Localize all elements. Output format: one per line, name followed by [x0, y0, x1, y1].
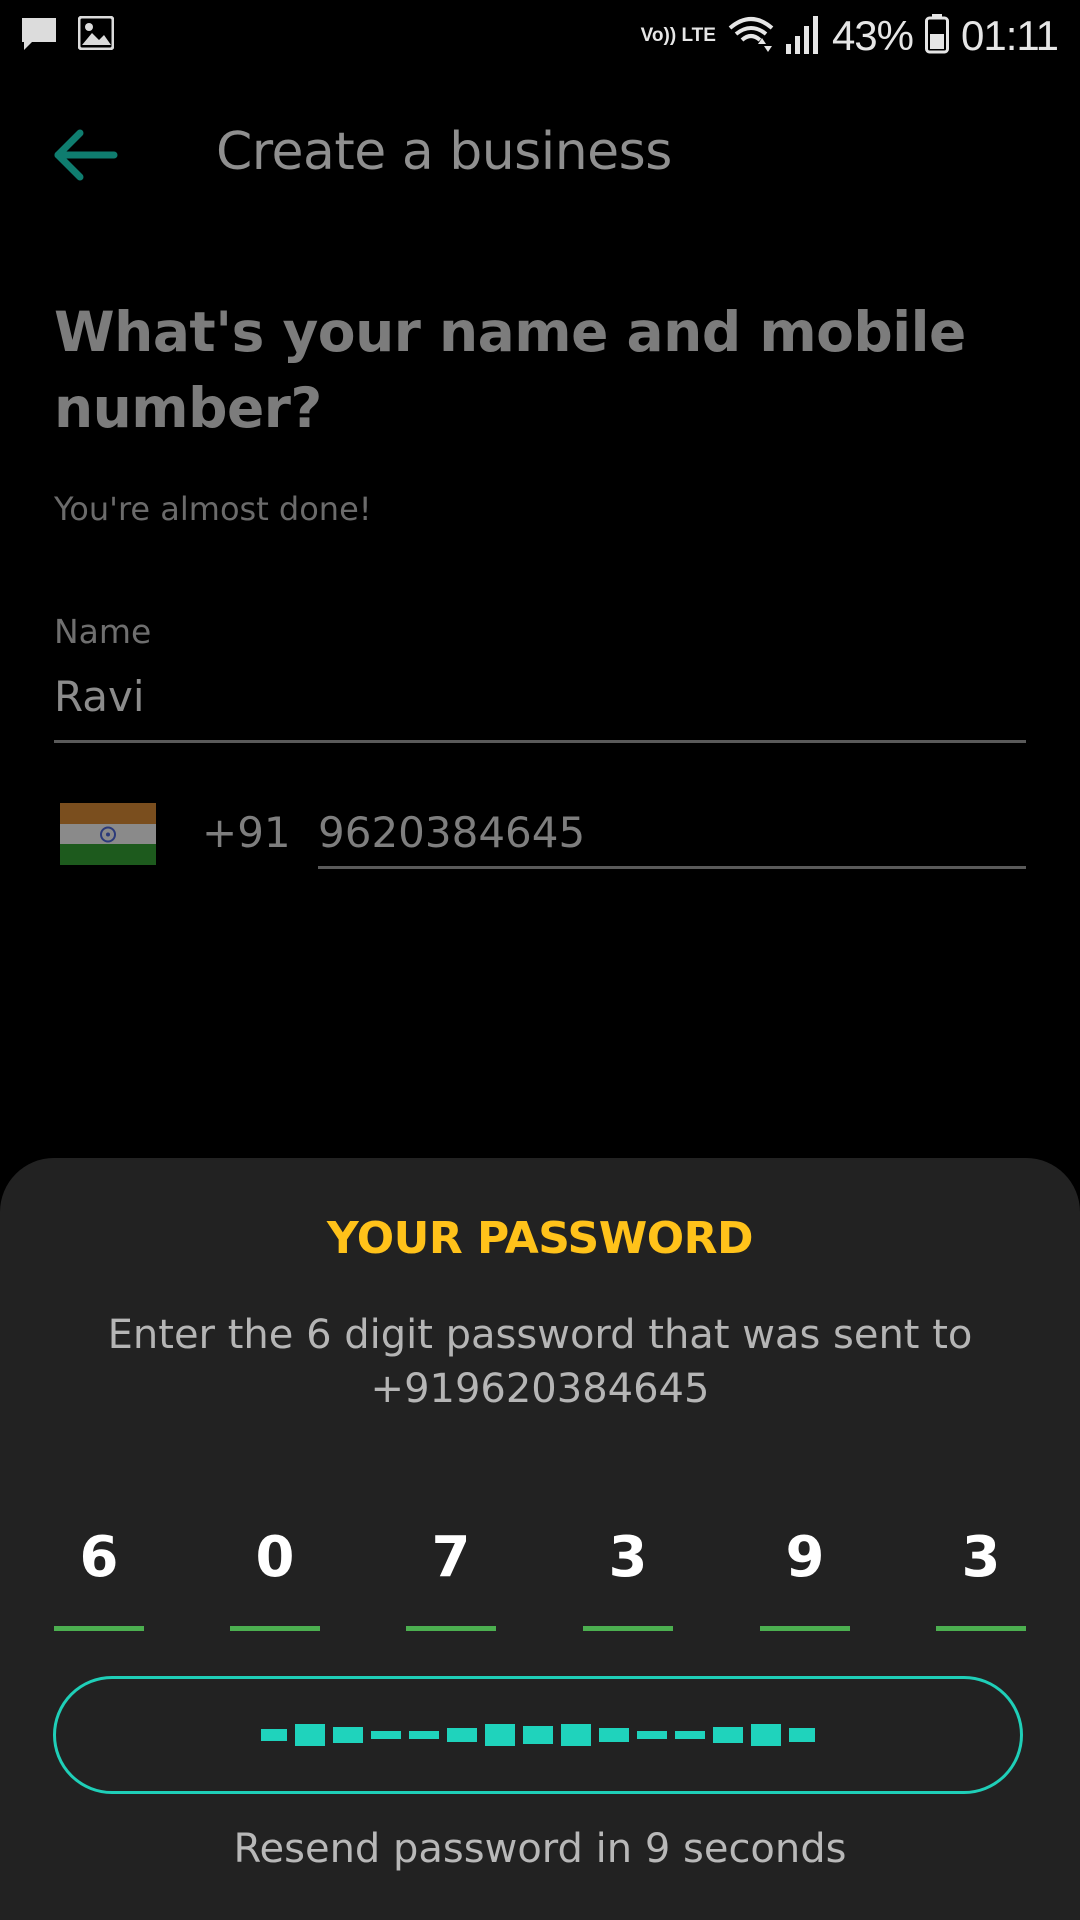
phone-number-field[interactable]: 9620384645 [318, 808, 585, 857]
resend-timer: Resend password in 9 seconds [233, 1826, 847, 1872]
status-bar: Vo)) LTE 43% 01:11 [0, 0, 1080, 72]
app-bar: Create a business [0, 100, 1080, 210]
signal-icon [785, 14, 820, 58]
otp-digit-value: 6 [79, 1525, 119, 1590]
message-notification-icon [20, 16, 58, 56]
phone-field-underline [318, 866, 1026, 869]
country-code[interactable]: +91 [202, 808, 291, 857]
wifi-icon [728, 14, 774, 58]
otp-digit-5[interactable]: 9 [760, 1518, 850, 1638]
otp-digit-1[interactable]: 6 [54, 1518, 144, 1638]
otp-digit-underline [583, 1626, 673, 1631]
battery-icon [925, 14, 949, 58]
otp-digit-4[interactable]: 3 [583, 1518, 673, 1638]
name-field-label: Name [54, 612, 152, 651]
otp-digit-value: 3 [961, 1525, 1001, 1590]
gallery-notification-icon [77, 15, 115, 56]
password-bottom-sheet: YOUR PASSWORD Enter the 6 digit password… [0, 1158, 1080, 1920]
otp-digit-value: 9 [785, 1525, 825, 1590]
loading-indicator [261, 1724, 815, 1746]
page-title: Create a business [216, 122, 672, 182]
otp-digit-value: 7 [431, 1525, 471, 1590]
otp-digit-3[interactable]: 7 [406, 1518, 496, 1638]
otp-digit-underline [406, 1626, 496, 1631]
name-field[interactable]: Ravi [54, 672, 145, 721]
otp-digit-underline [54, 1626, 144, 1631]
subtitle: You're almost done! [54, 490, 372, 528]
back-button[interactable] [50, 124, 130, 186]
otp-digit-value: 3 [608, 1525, 648, 1590]
otp-digit-value: 0 [255, 1525, 295, 1590]
back-arrow-icon [50, 129, 130, 190]
otp-digit-2[interactable]: 0 [230, 1518, 320, 1638]
sheet-description: Enter the 6 digit password that was sent… [107, 1312, 973, 1412]
otp-digit-underline [760, 1626, 850, 1631]
clock: 01:11 [961, 12, 1059, 59]
otp-digit-underline [230, 1626, 320, 1631]
volte-indicator: Vo)) LTE [640, 25, 716, 46]
otp-digit-6[interactable]: 3 [936, 1518, 1026, 1638]
verify-button[interactable] [53, 1676, 1023, 1794]
otp-digit-underline [936, 1626, 1026, 1631]
sheet-title: YOUR PASSWORD [326, 1213, 754, 1264]
india-flag-icon[interactable] [60, 803, 156, 865]
name-field-underline [54, 740, 1026, 743]
question-heading: What's your name and mobile number? [54, 300, 966, 440]
battery-percent: 43% [831, 12, 914, 59]
